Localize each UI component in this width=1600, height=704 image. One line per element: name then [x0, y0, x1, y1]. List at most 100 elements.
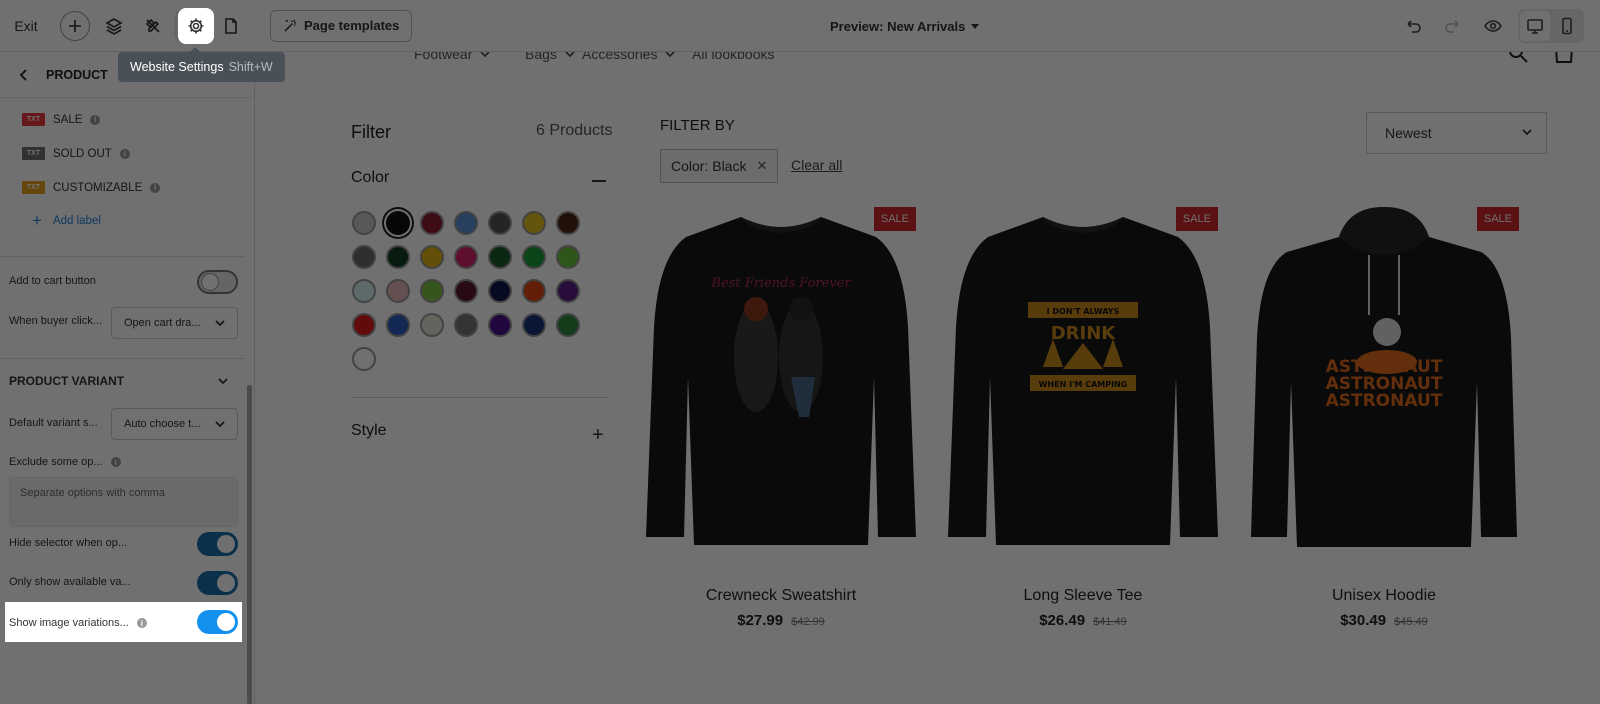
clear-all-link[interactable]: Clear all	[791, 157, 842, 173]
tools-button[interactable]	[138, 11, 168, 41]
page-templates-button[interactable]: Page templates	[270, 9, 413, 42]
product-name[interactable]: Unisex Hoodie	[1249, 587, 1519, 605]
nav-all-lookbooks[interactable]: All lookbooks	[692, 52, 775, 62]
color-swatch[interactable]	[556, 313, 580, 337]
add-element-button[interactable]	[60, 10, 90, 41]
add-label-button[interactable]: + Add label	[32, 212, 101, 229]
color-swatch[interactable]	[488, 245, 512, 269]
default-variant-select[interactable]: Auto choose t...	[111, 408, 238, 440]
chevron-left-icon[interactable]	[18, 68, 30, 81]
color-swatch[interactable]	[522, 211, 546, 235]
product-price: $27.99	[737, 612, 784, 629]
product-name[interactable]: Crewneck Sweatshirt	[646, 587, 916, 605]
plus-icon: +	[32, 211, 42, 230]
sort-select[interactable]: Newest	[1366, 112, 1547, 154]
expand-icon[interactable]: +	[592, 424, 604, 447]
color-swatch[interactable]	[386, 211, 410, 235]
color-swatch[interactable]	[352, 279, 376, 303]
product-card[interactable]: Best Friends Forever SALE Crewneck Sweat…	[646, 207, 916, 629]
color-swatch[interactable]	[454, 211, 478, 235]
color-swatch[interactable]	[522, 313, 546, 337]
info-icon: i	[90, 114, 101, 125]
chevron-down-icon	[1522, 129, 1532, 136]
color-filter-title[interactable]: Color	[351, 169, 389, 187]
close-icon[interactable]: ✕	[756, 158, 767, 174]
exclude-options-input[interactable]: Separate options with comma	[9, 477, 238, 527]
color-swatch[interactable]	[386, 279, 410, 303]
product-image[interactable]: I DON'T ALWAYS DRINK WHEN I'M CAMPING SA…	[948, 207, 1218, 559]
panel-scrollbar[interactable]	[247, 385, 252, 704]
nav-bags[interactable]: Bags	[525, 52, 575, 62]
mobile-view-button[interactable]	[1552, 11, 1582, 41]
product-card[interactable]: I DON'T ALWAYS DRINK WHEN I'M CAMPING SA…	[948, 207, 1218, 629]
product-label-sold-out[interactable]: TXT SOLD OUT i	[22, 147, 130, 160]
preview-eye-button[interactable]	[1478, 11, 1508, 41]
color-swatch[interactable]	[454, 245, 478, 269]
website-settings-tooltip: Website Settings Shift+W	[118, 47, 285, 82]
redo-button[interactable]	[1438, 11, 1468, 41]
color-swatch[interactable]	[352, 245, 376, 269]
product-card[interactable]: ASTRONAUT ASTRONAUT ASTRONAUT SALE Unise…	[1249, 207, 1519, 629]
add-to-cart-label: Add to cart button	[9, 275, 96, 287]
active-filter-chip[interactable]: Color: Black ✕	[660, 149, 779, 183]
exit-button[interactable]: Exit	[0, 18, 52, 34]
show-image-variations-toggle[interactable]	[197, 610, 238, 634]
desktop-icon	[1527, 19, 1543, 34]
color-swatch[interactable]	[556, 211, 580, 235]
add-to-cart-toggle[interactable]	[197, 270, 238, 294]
cart-icon[interactable]	[1553, 52, 1575, 64]
pages-button[interactable]	[216, 11, 246, 41]
color-swatch[interactable]	[556, 279, 580, 303]
device-switcher	[1518, 9, 1584, 43]
color-swatch[interactable]	[352, 347, 376, 371]
color-swatch[interactable]	[352, 313, 376, 337]
color-swatch[interactable]	[420, 211, 444, 235]
color-swatch[interactable]	[386, 313, 410, 337]
color-swatch[interactable]	[556, 245, 580, 269]
color-swatch[interactable]	[420, 313, 444, 337]
color-swatch[interactable]	[488, 211, 512, 235]
product-label-customizable[interactable]: TXT CUSTOMIZABLE i	[22, 181, 161, 194]
product-name[interactable]: Long Sleeve Tee	[948, 587, 1218, 605]
eye-icon	[1484, 20, 1502, 32]
exclude-options-text: Exclude some op...	[9, 456, 103, 468]
color-swatch[interactable]	[420, 245, 444, 269]
chip-label: Color: Black	[671, 158, 747, 174]
style-filter-title[interactable]: Style	[351, 422, 387, 440]
color-swatch[interactable]	[454, 279, 478, 303]
svg-text:ASTRONAUT: ASTRONAUT	[1326, 391, 1443, 411]
only-available-toggle[interactable]	[197, 571, 238, 595]
info-icon: i	[110, 457, 121, 467]
sale-badge: SALE	[1476, 207, 1519, 231]
color-swatch[interactable]	[386, 245, 410, 269]
collapse-icon[interactable]	[592, 180, 606, 182]
product-label-sale[interactable]: TXT SALE i	[22, 113, 101, 126]
product-variant-section-title[interactable]: PRODUCT VARIANT	[9, 374, 124, 388]
color-swatch[interactable]	[352, 211, 376, 235]
product-image[interactable]: Best Friends Forever SALE	[646, 207, 916, 559]
undo-button[interactable]	[1398, 11, 1428, 41]
txt-badge: TXT	[22, 147, 45, 160]
when-buyer-clicks-label: When buyer click...	[9, 315, 102, 327]
color-swatch[interactable]	[420, 279, 444, 303]
chevron-down-icon[interactable]	[218, 378, 228, 385]
divider	[0, 256, 245, 257]
nav-accessories[interactable]: Accessories	[582, 52, 676, 62]
preview-page-select[interactable]: Preview: New Arrivals	[830, 0, 980, 52]
website-settings-spotlight[interactable]	[178, 8, 214, 44]
search-icon[interactable]	[1507, 52, 1529, 64]
hide-selector-toggle[interactable]	[197, 532, 238, 556]
sweatshirt-image: Best Friends Forever	[646, 217, 916, 545]
color-swatch[interactable]	[454, 313, 478, 337]
color-swatch[interactable]	[522, 245, 546, 269]
color-swatch[interactable]	[488, 279, 512, 303]
page-icon	[225, 17, 237, 34]
show-image-variations-label: Show image variations... i	[9, 617, 147, 629]
color-swatch[interactable]	[522, 279, 546, 303]
layers-button[interactable]	[99, 11, 129, 41]
color-swatch[interactable]	[488, 313, 512, 337]
product-image[interactable]: ASTRONAUT ASTRONAUT ASTRONAUT SALE	[1249, 207, 1519, 559]
desktop-view-button[interactable]	[1520, 11, 1550, 41]
when-buyer-clicks-select[interactable]: Open cart dra...	[111, 307, 238, 339]
nav-footwear[interactable]: Footwear	[414, 52, 490, 62]
